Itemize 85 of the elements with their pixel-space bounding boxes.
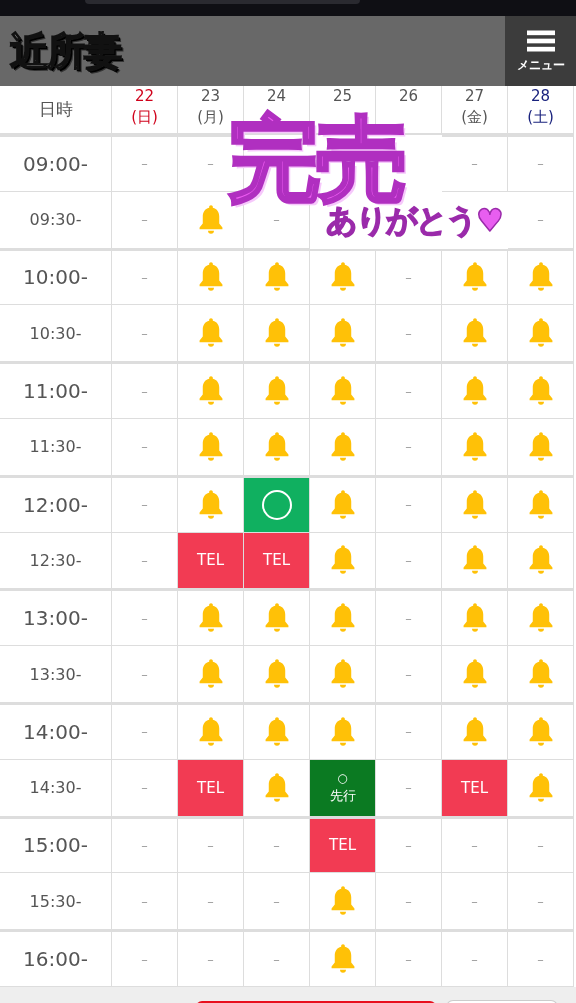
unavailable-mark: –	[405, 951, 412, 967]
unavailable-mark: –	[537, 837, 544, 853]
unavailable-mark: –	[537, 951, 544, 967]
available-slot[interactable]	[244, 477, 309, 532]
time-label: 09:30-	[29, 210, 82, 230]
time-label: 13:00-	[23, 606, 88, 631]
unavailable-mark: –	[405, 893, 412, 909]
unavailable-mark: –	[537, 212, 544, 228]
circle-icon	[261, 489, 292, 520]
unavailable-mark: –	[537, 156, 544, 172]
weekday-label: (月)	[197, 108, 224, 127]
unavailable-mark: –	[405, 325, 412, 341]
day-number: 27	[464, 88, 485, 104]
unavailable-mark: –	[141, 552, 148, 568]
unavailable-mark: –	[405, 552, 412, 568]
unavailable-mark: –	[207, 156, 214, 172]
time-label: 12:30-	[29, 550, 82, 570]
site-logo[interactable]: 近所妻	[10, 25, 121, 77]
tel-slot[interactable]: TEL	[442, 759, 507, 816]
unavailable-mark: –	[141, 497, 148, 513]
weekday-label: (金)	[461, 108, 488, 127]
time-label: 16:00-	[23, 947, 88, 972]
unavailable-mark: –	[405, 497, 412, 513]
weekday-label: (日)	[131, 108, 158, 127]
time-label: 09:00-	[23, 151, 88, 176]
day-number: 28	[530, 88, 551, 104]
time-label: 10:30-	[29, 323, 82, 343]
tel-slot[interactable]: TEL	[310, 818, 375, 873]
unavailable-mark: –	[273, 837, 280, 853]
unavailable-mark: –	[141, 610, 148, 626]
unavailable-mark: –	[405, 780, 412, 796]
unavailable-mark: –	[471, 893, 478, 909]
time-label: 14:30-	[29, 778, 82, 798]
unavailable-mark: –	[141, 212, 148, 228]
column-header: 日時	[38, 98, 73, 121]
unavailable-mark: –	[405, 837, 412, 853]
unavailable-mark: –	[273, 951, 280, 967]
unavailable-mark: –	[405, 270, 412, 285]
unavailable-mark: –	[141, 383, 148, 399]
time-label: 10:00-	[23, 265, 88, 290]
unavailable-mark: –	[471, 951, 478, 967]
time-label: 11:00-	[23, 379, 88, 404]
unavailable-mark: –	[141, 724, 148, 740]
tel-slot[interactable]: TEL	[244, 532, 309, 589]
unavailable-mark: –	[405, 666, 412, 682]
unavailable-mark: –	[207, 893, 214, 909]
unavailable-mark: –	[141, 156, 148, 172]
unavailable-mark: –	[273, 212, 280, 228]
time-label: 12:00-	[23, 492, 88, 517]
unavailable-mark: –	[273, 893, 280, 909]
time-label: 14:00-	[23, 719, 88, 744]
unavailable-mark: –	[405, 724, 412, 740]
unavailable-mark: –	[141, 439, 148, 455]
unavailable-mark: –	[537, 893, 544, 909]
unavailable-mark: –	[141, 780, 148, 796]
unavailable-mark: –	[405, 610, 412, 626]
tel-slot[interactable]: TEL	[178, 759, 243, 816]
unavailable-mark: –	[405, 439, 412, 455]
unavailable-mark: –	[207, 837, 214, 853]
time-label: 15:30-	[29, 891, 82, 911]
advance-slot[interactable]: ○ 先行	[310, 759, 375, 816]
day-number: 22	[134, 88, 155, 104]
unavailable-mark: –	[141, 270, 148, 285]
day-number: 23	[200, 88, 221, 104]
unavailable-mark: –	[471, 156, 478, 172]
day-number: 24	[266, 88, 287, 104]
menu-button[interactable]: メニュー	[505, 16, 576, 86]
unavailable-mark: –	[141, 951, 148, 967]
tel-slot[interactable]: TEL	[178, 532, 243, 589]
day-number: 26	[398, 88, 419, 104]
unavailable-mark: –	[141, 325, 148, 341]
weekday-label: (土)	[527, 108, 554, 127]
menu-icon	[526, 28, 555, 53]
advance-label: 先行	[329, 786, 356, 805]
unavailable-mark: –	[141, 837, 148, 853]
unavailable-mark: –	[471, 837, 478, 853]
unavailable-mark: –	[405, 383, 412, 399]
circle-mark: ○	[337, 770, 348, 785]
unavailable-mark: –	[141, 893, 148, 909]
time-label: 11:30-	[29, 437, 82, 457]
unavailable-mark: –	[141, 666, 148, 682]
unavailable-mark: –	[207, 951, 214, 967]
time-label: 15:00-	[23, 833, 88, 858]
day-number: 25	[332, 88, 353, 104]
time-label: 13:30-	[29, 664, 82, 684]
